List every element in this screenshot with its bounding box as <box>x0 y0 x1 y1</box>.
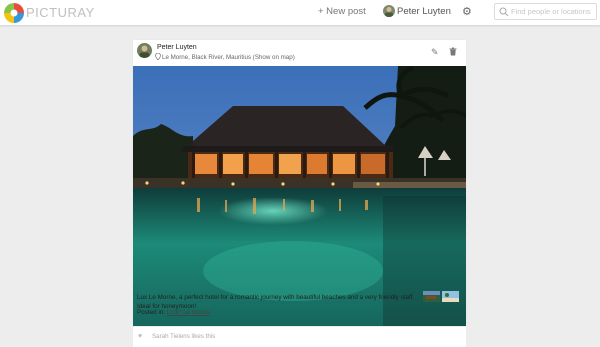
show-on-map-link[interactable]: (Show on map) <box>253 54 295 61</box>
search-input[interactable] <box>511 5 595 18</box>
search-icon <box>499 7 509 17</box>
app-name: PICTURAY <box>26 5 95 20</box>
posted-in: Posted in: LUX* Le Morne <box>137 309 210 316</box>
pin-icon <box>155 53 161 60</box>
logo-icon[interactable] <box>4 3 24 23</box>
new-post-button[interactable]: + New post <box>318 6 366 17</box>
top-bar: PICTURAY + New post Peter Luyten ⚙ <box>0 0 600 25</box>
avatar <box>383 5 395 17</box>
search-box[interactable] <box>494 3 597 20</box>
heart-icon[interactable]: ♥ <box>138 333 142 340</box>
location-text: Le Morne, Black River, Mauritius <box>162 54 252 61</box>
thumbnail-image[interactable] <box>442 291 459 302</box>
trash-icon[interactable] <box>449 47 457 56</box>
post-card: Peter Luyten Le Morne, Black River, Maur… <box>133 40 466 326</box>
post-photo[interactable] <box>133 66 466 326</box>
edit-icon[interactable]: ✎ <box>431 47 439 58</box>
author-avatar[interactable] <box>137 43 152 58</box>
post-location: Le Morne, Black River, Mauritius (Show o… <box>155 53 295 61</box>
likes-text: Sarah Tielens likes this <box>152 333 216 340</box>
posted-in-link[interactable]: LUX* Le Morne <box>167 309 210 316</box>
gear-icon[interactable]: ⚙ <box>462 5 472 18</box>
thumbnail-image[interactable] <box>423 291 440 302</box>
user-name: Peter Luyten <box>397 6 451 17</box>
post-author[interactable]: Peter Luyten <box>157 44 197 51</box>
posted-in-label: Posted in: <box>137 309 166 316</box>
likes-card: ♥ Sarah Tielens likes this <box>133 327 466 347</box>
